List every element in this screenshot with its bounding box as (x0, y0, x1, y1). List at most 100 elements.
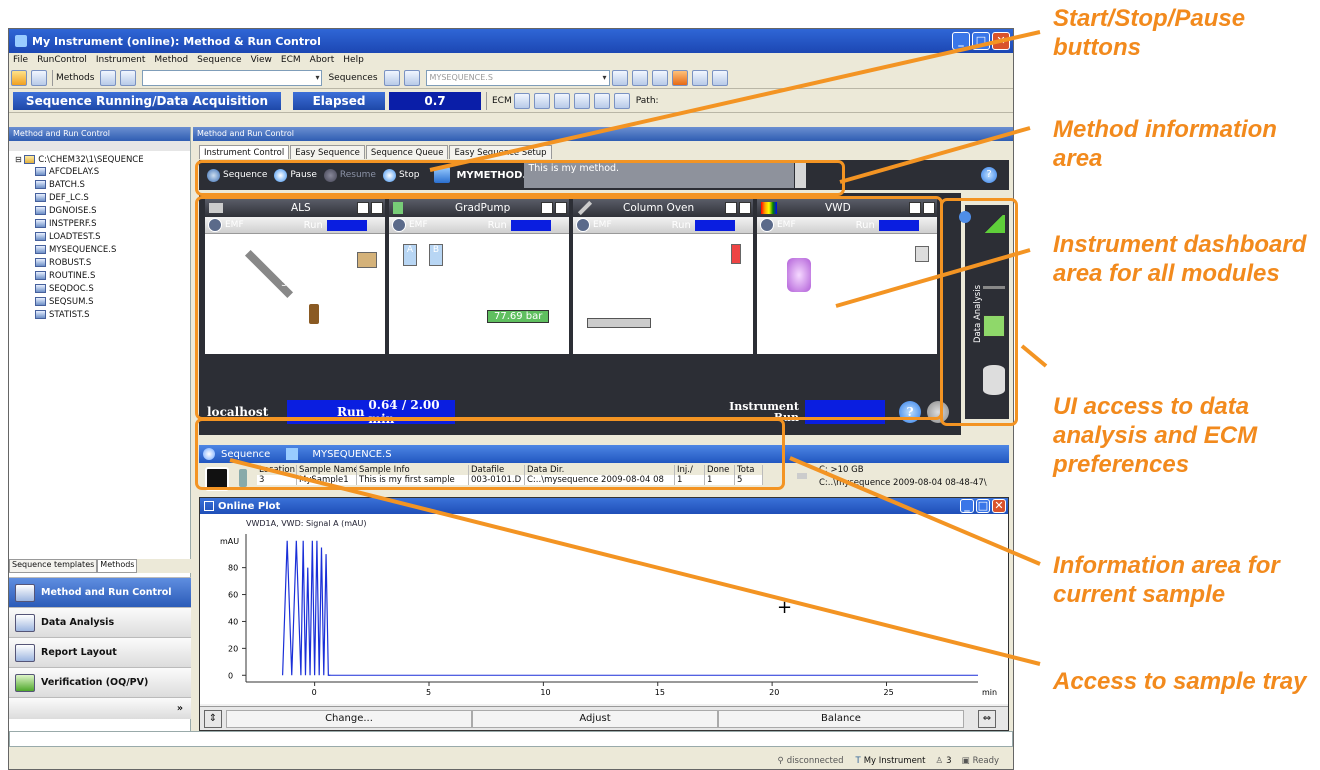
lock-icon[interactable] (613, 92, 630, 109)
left-bottom-tabs: Sequence templates Methods (9, 559, 191, 573)
menu-ecm[interactable]: ECM (281, 55, 301, 65)
scroll-updown-icon[interactable]: ⇕ (204, 709, 222, 728)
tree-item[interactable]: BATCH.S (35, 179, 190, 192)
online-plot-window: Online Plot _ □ ✕ VWD1A, VWD: Signal A (… (199, 497, 1009, 731)
menu-sequence[interactable]: Sequence (197, 55, 241, 65)
scroll-leftright-icon[interactable]: ⇔ (978, 709, 996, 728)
load-sequence-icon[interactable] (383, 69, 400, 86)
sequence-file-icon (35, 219, 46, 228)
ecm-icon-1[interactable] (513, 92, 530, 109)
x-tick-label: 10 (540, 688, 550, 697)
sequence-file-icon (35, 297, 46, 306)
change-button[interactable]: Change... (226, 709, 472, 728)
method-run-icon (15, 583, 35, 602)
tree-item[interactable]: LOADTEST.S (35, 231, 190, 244)
minimize-icon[interactable]: _ (960, 499, 974, 513)
x-tick-label: 0 (312, 688, 317, 697)
folder-icon (24, 155, 36, 164)
tree-item[interactable]: MYSEQUENCE.S (35, 244, 190, 257)
view-icon-3[interactable] (651, 69, 668, 86)
sequence-file-icon (35, 284, 46, 293)
menu-file[interactable]: File (13, 55, 28, 65)
adjust-button[interactable]: Adjust (472, 709, 718, 728)
menu-view[interactable]: View (251, 55, 272, 65)
nav-buttons: Method and Run Control Data Analysis Rep… (9, 577, 191, 719)
menu-instrument[interactable]: Instrument (96, 55, 146, 65)
report-icon[interactable] (671, 69, 688, 86)
user-icon: ♙ (935, 756, 944, 766)
main-tabs: Instrument Control Easy Sequence Sequenc… (193, 141, 1013, 159)
ready-status: Ready (972, 756, 999, 766)
help-pointer-icon[interactable] (711, 69, 728, 86)
tree-item[interactable]: STATIST.S (35, 309, 190, 322)
close-icon[interactable]: ✕ (992, 499, 1006, 513)
ecm-icon-5[interactable] (593, 92, 610, 109)
online-plot-chart[interactable]: VWD1A, VWD: Signal A (mAU) mAU min 0 5 10 1… (200, 514, 1008, 704)
load-method-icon[interactable] (100, 69, 117, 86)
menu-runcontrol[interactable]: RunControl (37, 55, 87, 65)
tree-item[interactable]: INSTPERF.S (35, 218, 190, 231)
tree-root[interactable]: ⊟ C:\CHEM32\1\SEQUENCE (15, 153, 190, 166)
crosshair-icon: + (777, 597, 792, 618)
tree-item[interactable]: ROBUST.S (35, 257, 190, 270)
data-path: C:..\mysequence 2009-08-04 08-48-47\ (819, 478, 987, 488)
tree-item[interactable]: DEF_LC.S (35, 192, 190, 205)
minimize-icon[interactable]: _ (952, 32, 970, 50)
ecm-icon-2[interactable] (533, 92, 550, 109)
disk-icon (797, 473, 807, 479)
tree-item[interactable]: DGNOISE.S (35, 205, 190, 218)
data-analysis-icon (15, 613, 35, 632)
ecm-icon-4[interactable] (573, 92, 590, 109)
y-tick-label: 80 (228, 564, 238, 573)
x-tick-label: 5 (426, 688, 431, 697)
tree-item[interactable]: SEQDOC.S (35, 283, 190, 296)
instrument-icon[interactable] (31, 69, 47, 86)
sequence-combo[interactable]: MYSEQUENCE.S (425, 69, 610, 86)
print-icon[interactable] (691, 69, 708, 86)
menu-abort[interactable]: Abort (310, 55, 335, 65)
nav-verification[interactable]: Verification (OQ/PV) (9, 667, 191, 697)
close-icon[interactable]: ✕ (992, 32, 1010, 50)
save-method-icon[interactable] (120, 69, 137, 86)
tab-methods[interactable]: Methods (97, 559, 138, 573)
nav-method-run-control[interactable]: Method and Run Control (9, 577, 191, 607)
nav-report-layout[interactable]: Report Layout (9, 637, 191, 667)
instrument-name: My Instrument (863, 756, 926, 766)
layout-icon[interactable] (11, 69, 27, 86)
view-icon-1[interactable] (611, 69, 628, 86)
command-line[interactable] (9, 731, 1013, 747)
sequence-file-icon (35, 193, 46, 202)
tree-item[interactable]: SEQSUM.S (35, 296, 190, 309)
connection-icon: ⚲ (777, 756, 784, 766)
balance-button[interactable]: Balance (718, 709, 964, 728)
view-icon-2[interactable] (631, 69, 648, 86)
window-title: My Instrument (online): Method & Run Con… (32, 34, 321, 48)
tree-item[interactable]: AFCDELAY.S (35, 166, 190, 179)
tab-easy-sequence[interactable]: Easy Sequence (290, 145, 365, 159)
y-tick-label: 20 (228, 644, 238, 653)
maximize-icon[interactable]: □ (976, 499, 990, 513)
y-tick-label: 0 (228, 671, 233, 680)
status-bar: ⚲ disconnected T My Instrument ♙ 3 ▣ Rea… (9, 751, 1013, 769)
callout-dashboard: Instrument dashboard area for all module… (1053, 231, 1307, 287)
tab-sequence-queue[interactable]: Sequence Queue (365, 145, 449, 159)
ecm-icon-3[interactable] (553, 92, 570, 109)
verification-icon (15, 673, 35, 692)
tab-sequence-templates[interactable]: Sequence templates (9, 559, 98, 573)
x-tick-label: 25 (884, 688, 894, 697)
maximize-icon[interactable]: □ (972, 32, 990, 50)
save-sequence-icon[interactable] (403, 69, 420, 86)
tab-easy-sequence-setup[interactable]: Easy Sequence Setup (449, 145, 552, 159)
toolbar: Methods Sequences MYSEQUENCE.S (9, 67, 1013, 89)
tree-item[interactable]: ROUTINE.S (35, 270, 190, 283)
method-combo[interactable] (142, 69, 323, 86)
help-icon[interactable]: ? (981, 167, 997, 183)
sequence-file-icon (35, 258, 46, 267)
callout-start-stop: Start/Stop/Pause buttons (1053, 5, 1246, 61)
tab-instrument-control[interactable]: Instrument Control (199, 145, 290, 159)
report-layout-icon (15, 643, 35, 662)
nav-data-analysis[interactable]: Data Analysis (9, 607, 191, 637)
menu-method[interactable]: Method (154, 55, 188, 65)
menu-help[interactable]: Help (343, 55, 364, 65)
nav-expand[interactable]: » (9, 697, 191, 719)
